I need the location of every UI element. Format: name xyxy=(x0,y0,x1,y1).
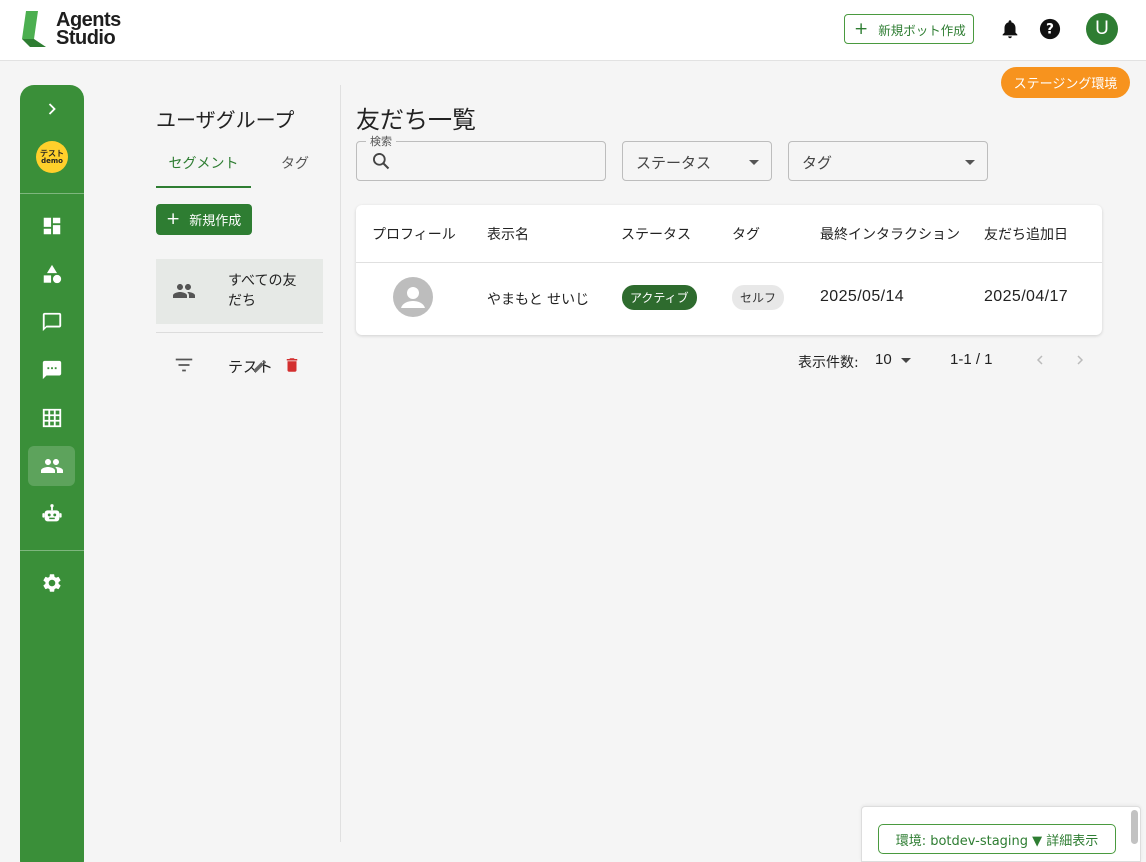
svg-text:?: ? xyxy=(1046,22,1054,38)
status-badge: アクティブ xyxy=(622,285,697,310)
tab-segment[interactable]: セグメント xyxy=(156,153,251,188)
help-icon[interactable]: ? xyxy=(1039,18,1061,40)
chevron-left-icon xyxy=(1036,355,1043,365)
expand-rail-button[interactable] xyxy=(28,89,75,129)
chevron-down-icon[interactable] xyxy=(901,358,911,363)
column-header-last-interaction[interactable]: 最終インタラクション xyxy=(820,224,960,244)
nav-dashboard[interactable] xyxy=(28,206,75,246)
next-page-button[interactable] xyxy=(1070,350,1090,370)
status-select[interactable]: ステータス xyxy=(622,141,772,181)
nav-grid[interactable] xyxy=(28,398,75,438)
env-panel: 環境: botdev-staging ▼ 詳細表示 xyxy=(861,806,1141,862)
new-bot-button[interactable]: + 新規ボット作成 xyxy=(844,14,974,44)
search-icon xyxy=(373,153,390,170)
chevron-right-icon xyxy=(48,103,56,115)
nav-messages[interactable] xyxy=(28,350,75,390)
person-icon xyxy=(401,287,425,308)
delete-icon[interactable] xyxy=(283,356,301,374)
nav-settings[interactable] xyxy=(28,563,75,603)
search-input[interactable]: 検索 xyxy=(356,133,606,181)
header-divider xyxy=(356,262,1102,263)
rows-per-page-select[interactable]: 10 xyxy=(875,351,892,368)
people-icon xyxy=(40,459,63,473)
column-header-tag[interactable]: タグ xyxy=(732,224,760,244)
edit-icon[interactable] xyxy=(252,358,268,374)
scrollbar[interactable] xyxy=(1131,810,1138,844)
nav-rail: テスト demo xyxy=(20,85,84,862)
page-title: 友だち一覧 xyxy=(356,106,476,134)
shapes-icon xyxy=(43,264,61,284)
rows-per-page-label: 表示件数: xyxy=(798,355,859,371)
tab-tag[interactable]: タグ xyxy=(270,153,320,173)
tag-chip: セルフ xyxy=(732,285,785,310)
column-header-status[interactable]: ステータス xyxy=(621,224,691,244)
filter-icon xyxy=(175,358,193,372)
grid-icon xyxy=(42,408,61,428)
env-details-button[interactable]: 環境: botdev-staging ▼ 詳細表示 xyxy=(878,824,1116,854)
column-header-added-date[interactable]: 友だち追加日 xyxy=(984,224,1068,244)
cell-display-name: やまもと せいじ xyxy=(487,292,590,308)
status-placeholder: ステータス xyxy=(636,154,712,172)
chevron-down-icon xyxy=(749,160,759,165)
cell-added-date: 2025/04/17 xyxy=(984,288,1069,305)
rail-divider-2 xyxy=(20,550,84,551)
notifications-icon[interactable] xyxy=(999,18,1021,40)
tag-placeholder: タグ xyxy=(802,154,833,172)
new-bot-label: 新規ボット作成 xyxy=(878,22,966,38)
chat-bubble-icon xyxy=(42,312,61,332)
plus-icon: + xyxy=(166,209,181,229)
org-avatar[interactable]: テスト demo xyxy=(36,141,68,173)
friends-table: プロフィール 表示名 ステータス タグ 最終インタラクション 友だち追加日 やま… xyxy=(356,205,1102,335)
search-legend: 検索 xyxy=(366,133,396,149)
chat-dots-icon xyxy=(42,360,61,380)
nav-shapes[interactable] xyxy=(28,254,75,294)
user-avatar[interactable]: U xyxy=(1086,13,1118,45)
dashboard-icon xyxy=(43,217,60,235)
prev-page-button[interactable] xyxy=(1030,350,1050,370)
settings-icon xyxy=(42,574,61,592)
plus-icon: + xyxy=(854,18,869,39)
profile-avatar xyxy=(393,277,433,317)
staging-env-badge: ステージング環境 xyxy=(1001,67,1130,98)
app-logo[interactable]: Agents Studio xyxy=(20,9,121,51)
logo-mark-icon xyxy=(22,11,46,47)
chevron-right-icon xyxy=(1077,355,1084,365)
nav-chat[interactable] xyxy=(28,302,75,342)
logo-text: Agents Studio xyxy=(56,10,121,49)
nav-friends[interactable] xyxy=(28,446,75,486)
create-group-button[interactable]: + 新規作成 xyxy=(156,204,252,235)
panel-divider xyxy=(340,85,341,842)
group-item-label: すべての友だち xyxy=(228,273,297,309)
people-icon xyxy=(173,284,195,298)
group-item-all-friends[interactable]: すべての友だち xyxy=(156,259,323,324)
user-group-title: ユーザグループ xyxy=(156,108,295,132)
chevron-down-icon xyxy=(965,160,975,165)
group-item-test[interactable]: テスト xyxy=(156,341,323,389)
cell-last-interaction: 2025/05/14 xyxy=(820,288,905,305)
logo-line2: Studio xyxy=(56,27,116,49)
app-header: Agents Studio + 新規ボット作成 ? U xyxy=(0,0,1146,61)
column-header-display-name[interactable]: 表示名 xyxy=(487,224,529,244)
pager-range: 1-1 / 1 xyxy=(950,351,993,368)
create-group-label: 新規作成 xyxy=(189,214,242,229)
rail-divider xyxy=(20,193,84,194)
bot-icon xyxy=(41,504,62,522)
org-label-2: demo xyxy=(41,156,63,165)
nav-bot[interactable] xyxy=(28,494,75,534)
column-header-profile[interactable]: プロフィール xyxy=(372,224,456,244)
tag-select[interactable]: タグ xyxy=(788,141,988,181)
group-divider xyxy=(156,332,323,333)
